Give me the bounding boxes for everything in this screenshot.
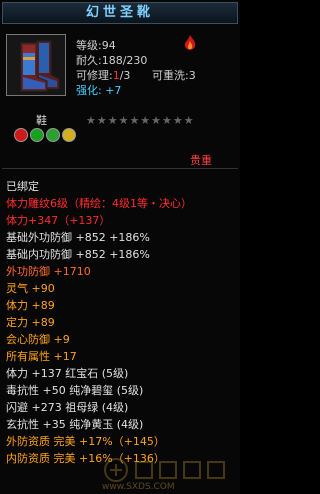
attribute-line: 毒抗性 +50 纯净碧玺 (5级) — [6, 384, 144, 397]
attribute-line: 基础内功防御 +852 +186% — [6, 248, 150, 261]
attribute-line: 会心防御 +9 — [6, 333, 70, 346]
rewash-count: 可重洗:3 — [152, 69, 196, 82]
watermark-url: www.SXDS.COM — [102, 482, 175, 492]
repair-max: /3 — [119, 69, 131, 82]
divider — [2, 168, 238, 169]
attribute-line: 体力 +137 红宝石 (5级) — [6, 367, 129, 380]
attribute-line: 体力 +89 — [6, 299, 55, 312]
attribute-line: 外功防御 +1710 — [6, 265, 91, 278]
title-bar: 幻世圣靴 — [2, 2, 238, 24]
attribute-list: 已绑定体力雕纹6级（精绘：4级1等・决心） 体力+347（+137） 基础外功防御 … — [6, 178, 238, 467]
repair-value: 1 — [112, 69, 120, 82]
site-watermark: www.SXDS.COM — [102, 456, 238, 492]
enhance-label: 强化: — [76, 84, 102, 97]
item-tooltip: 幻世圣靴 等级:94 耐久:188/230 可修理:1/3 可重洗:3 强化: … — [0, 0, 240, 494]
fire-emblem-icon — [184, 35, 196, 50]
attribute-line: 闪避 +273 祖母绿 (4级) — [6, 401, 129, 414]
green-gem-socket-icon[interactable] — [30, 128, 44, 142]
green-gem-socket-icon-2[interactable] — [46, 128, 60, 142]
attribute-line: 体力雕纹6级（精绘：4级1等・决心） — [6, 197, 192, 210]
red-gem-socket-icon[interactable] — [14, 128, 28, 142]
item-durability: 耐久:188/230 — [76, 54, 148, 67]
attribute-line: 已绑定 — [6, 180, 39, 193]
repair-count: 可修理:1/3 — [76, 69, 130, 83]
attribute-line: 体力+347（+137） — [6, 214, 111, 227]
yellow-gem-socket-icon[interactable] — [62, 128, 76, 142]
rarity-label: 贵重 — [190, 154, 212, 167]
item-level: 等级:94 — [76, 39, 116, 52]
item-boots-icon[interactable] — [6, 34, 66, 96]
star-rating: ★★★★★★★★★★ — [86, 114, 195, 127]
attribute-line: 灵气 +90 — [6, 282, 55, 295]
attribute-line: 外防资质 完美 +17%（+145） — [6, 435, 165, 448]
repair-label: 可修理: — [76, 69, 113, 82]
enhance-level: 强化: +7 — [76, 84, 121, 98]
item-type: 鞋 — [36, 114, 47, 127]
enhance-value: +7 — [105, 84, 122, 97]
item-name: 幻世圣靴 — [85, 5, 154, 20]
attribute-line: 定力 +89 — [6, 316, 55, 329]
attribute-line: 基础外功防御 +852 +186% — [6, 231, 150, 244]
attribute-line: 玄抗性 +35 纯净黄玉 (4级) — [6, 418, 144, 431]
attribute-line: 所有属性 +17 — [6, 350, 77, 363]
